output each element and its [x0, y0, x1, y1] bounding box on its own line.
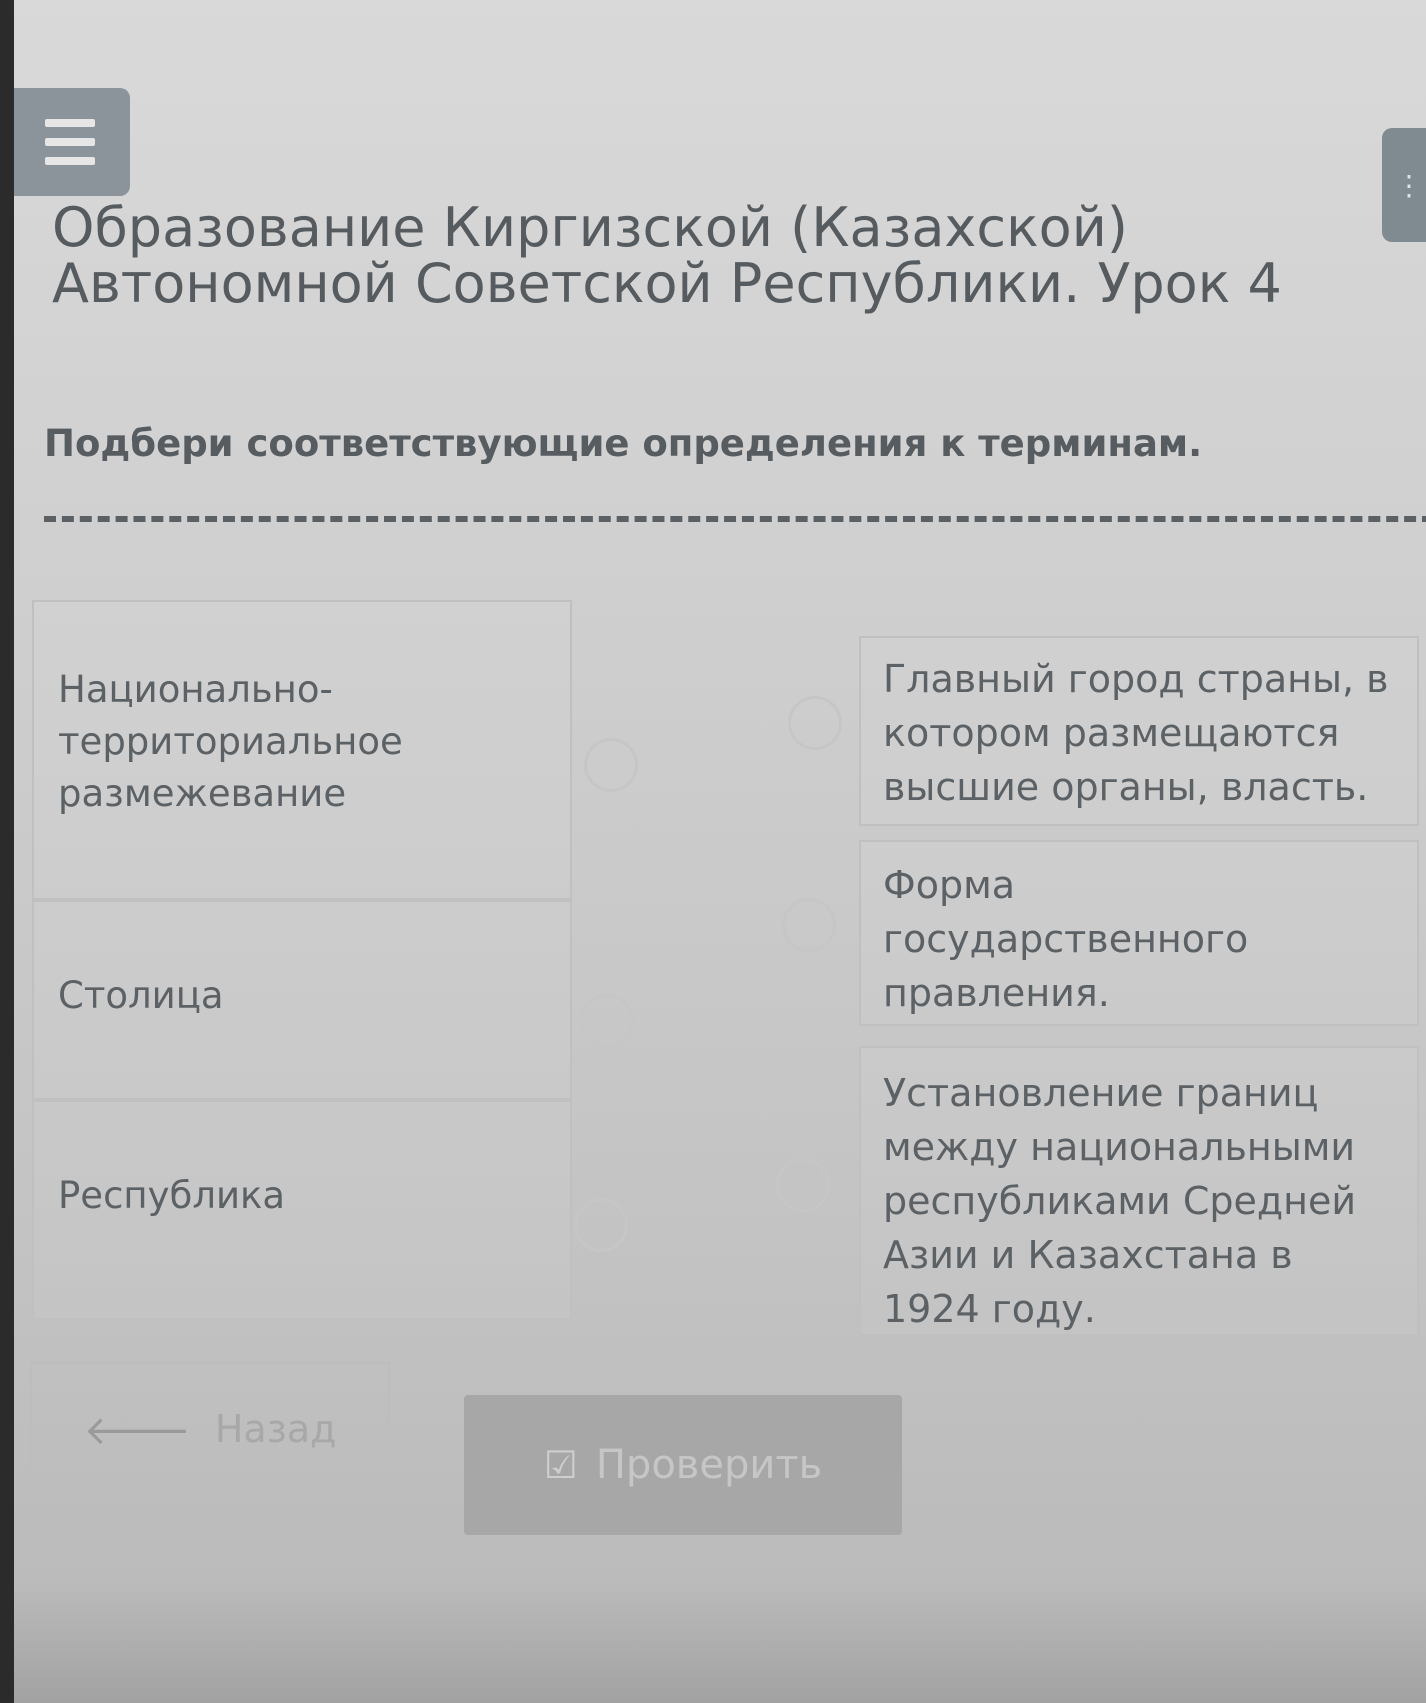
definition-3-connector[interactable]: [776, 1158, 830, 1212]
definition-card-2[interactable]: Форма государственного правления.: [859, 840, 1419, 1026]
check-button[interactable]: ☑ Проверить: [464, 1395, 902, 1535]
term-3-connector[interactable]: [574, 1198, 628, 1252]
back-label: Назад: [214, 1407, 337, 1451]
arrow-left-icon: 🡐: [83, 1407, 191, 1454]
check-label: Проверить: [595, 1442, 823, 1488]
definition-card-3[interactable]: Установление границ между национальными …: [859, 1046, 1419, 1336]
term-label: Столица: [58, 974, 224, 1017]
divider: [44, 516, 1426, 522]
term-card-2[interactable]: Столица: [32, 900, 572, 1100]
definition-label: Форма государственного правления.: [883, 863, 1249, 1015]
term-2-connector[interactable]: [580, 994, 634, 1048]
screen: ⋮ Образование Киргизской (Казахской) Авт…: [14, 0, 1426, 1703]
definition-label: Установление границ между национальными …: [883, 1071, 1357, 1331]
lesson-title: Образование Киргизской (Казахской) Автон…: [52, 196, 1282, 315]
definition-card-1[interactable]: Главный город страны, в котором размещаю…: [859, 636, 1419, 826]
bottom-shadow: [14, 1583, 1426, 1703]
term-1-connector[interactable]: [584, 738, 638, 792]
menu-button[interactable]: [14, 88, 130, 196]
term-label: Республика: [58, 1174, 286, 1217]
term-label: Национально-территориальное размежевание: [58, 668, 403, 815]
definition-label: Главный город страны, в котором размещаю…: [883, 657, 1389, 809]
hamburger-icon: [45, 119, 95, 165]
term-card-1[interactable]: Национально-территориальное размежевание: [32, 600, 572, 900]
task-instruction: Подбери соответствующие определения к те…: [44, 422, 1203, 465]
checkbox-check-icon: ☑: [543, 1443, 578, 1487]
term-card-3[interactable]: Республика: [32, 1100, 572, 1320]
definition-1-connector[interactable]: [788, 696, 842, 750]
definition-2-connector[interactable]: [782, 898, 836, 952]
back-button[interactable]: 🡐 Назад: [30, 1362, 390, 1496]
side-panel-icon: ⋮: [1395, 168, 1423, 202]
